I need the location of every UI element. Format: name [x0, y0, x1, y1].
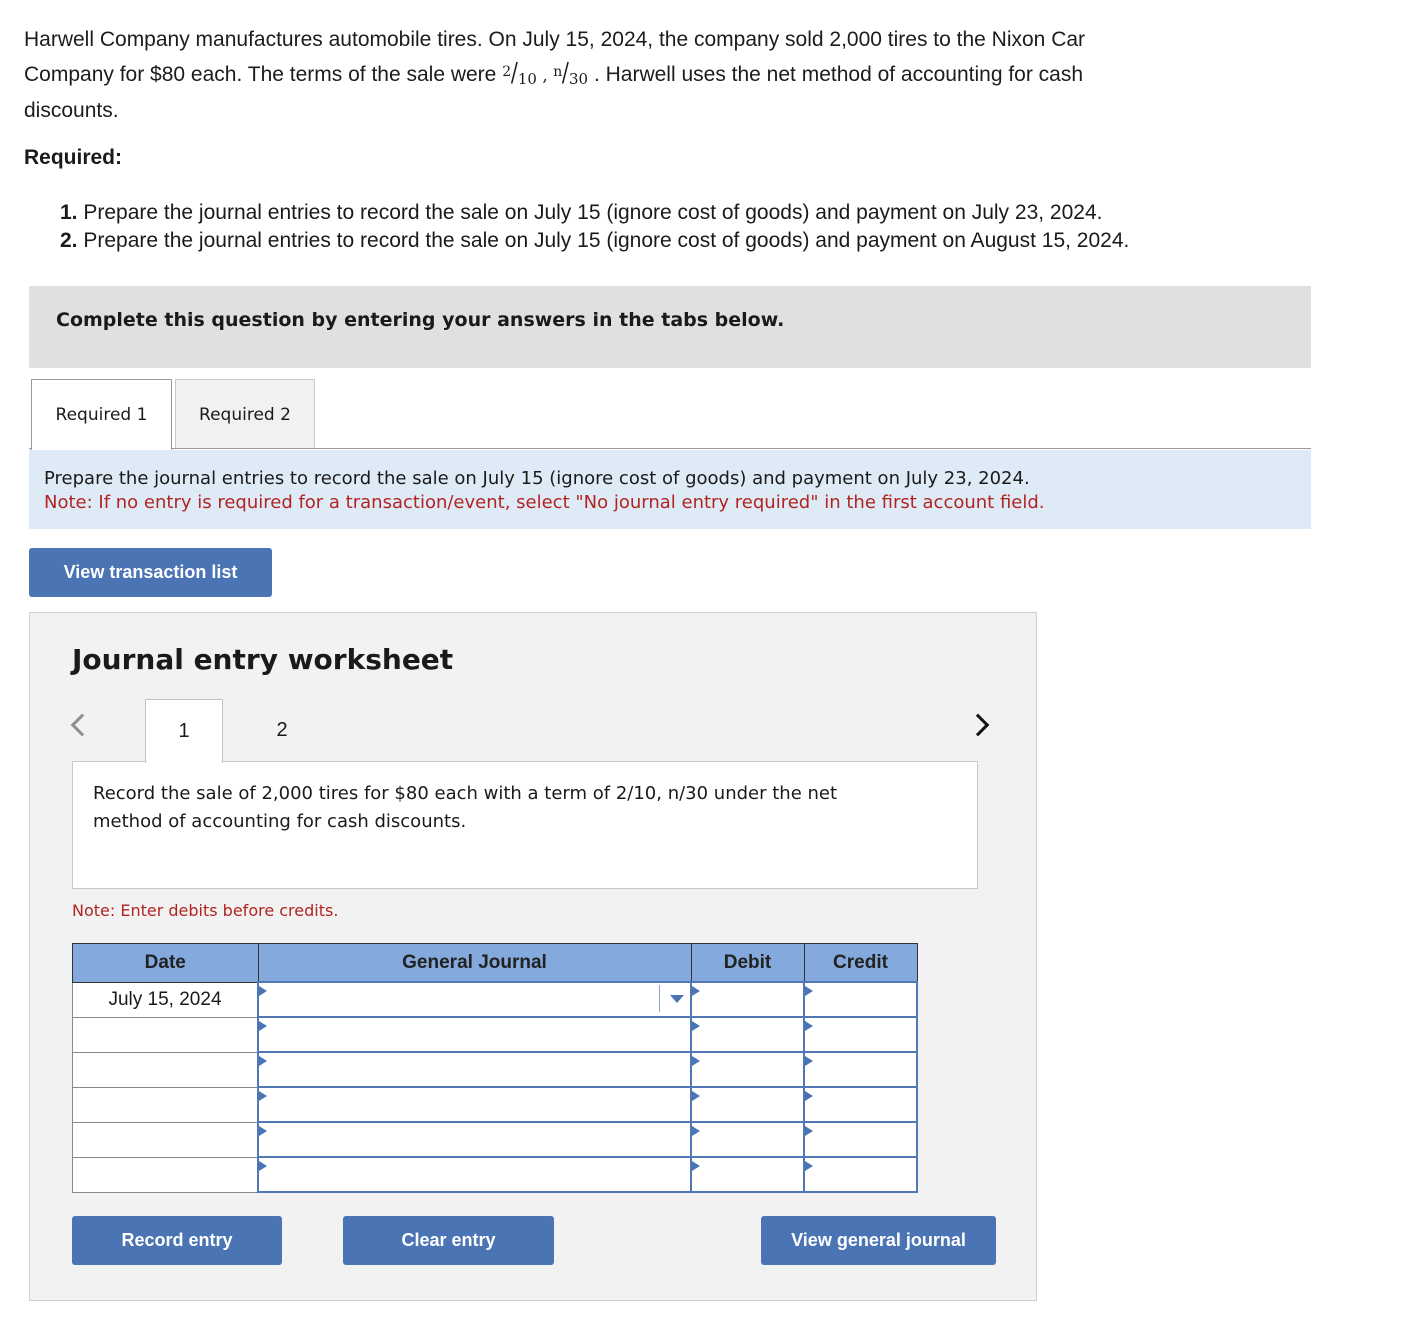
journal-header-row: Date General Journal Debit Credit: [72, 943, 918, 983]
date-cell: [72, 1121, 259, 1158]
date-cell: [72, 1086, 259, 1123]
chevron-right-icon: [966, 713, 990, 737]
required-item-number: 1.: [60, 201, 78, 224]
instruction-note: Note: If no entry is required for a tran…: [44, 492, 1045, 513]
clear-entry-button[interactable]: Clear entry: [343, 1216, 554, 1265]
table-row: [72, 1156, 918, 1193]
discount-numerator: 2: [502, 64, 512, 80]
date-cell: July 15, 2024: [72, 981, 259, 1018]
date-cell: [72, 1016, 259, 1053]
account-select[interactable]: [257, 1156, 692, 1193]
terms-separator: ,: [542, 66, 548, 86]
debit-input[interactable]: [690, 1156, 805, 1193]
problem-line-2-end: . Harwell uses the net method of account…: [593, 63, 1084, 86]
header-debit: Debit: [690, 943, 805, 983]
credit-input[interactable]: [803, 981, 918, 1018]
problem-statement: Harwell Company manufactures automobile …: [24, 24, 1284, 127]
table-row: [72, 1086, 918, 1123]
date-cell: [72, 1156, 259, 1193]
debit-input[interactable]: [690, 1016, 805, 1053]
credit-input[interactable]: [803, 1086, 918, 1123]
instruction-banner: Complete this question by entering your …: [29, 286, 1311, 368]
required-item-text: Prepare the journal entries to record th…: [83, 229, 1130, 252]
header-credit: Credit: [803, 943, 918, 983]
entry-description-text: Record the sale of 2,000 tires for $80 e…: [93, 783, 838, 832]
journal-entry-worksheet: Journal entry worksheet 1 2 Record the s…: [29, 612, 1037, 1301]
record-entry-button[interactable]: Record entry: [72, 1216, 282, 1265]
required-item-text: Prepare the journal entries to record th…: [83, 201, 1103, 224]
required-heading: Required:: [24, 146, 123, 169]
problem-line-3: discounts.: [24, 99, 119, 122]
debit-input[interactable]: [690, 1051, 805, 1088]
banner-text: Complete this question by entering your …: [56, 309, 785, 331]
debits-credits-note: Note: Enter debits before credits.: [72, 901, 339, 920]
discount-denominator: 10: [517, 70, 537, 88]
debit-input[interactable]: [690, 1086, 805, 1123]
entry-description: Record the sale of 2,000 tires for $80 e…: [72, 761, 978, 889]
chevron-left-icon: [70, 713, 94, 737]
view-general-journal-button[interactable]: View general journal: [761, 1216, 996, 1265]
date-cell: [72, 1051, 259, 1088]
credit-input[interactable]: [803, 1121, 918, 1158]
account-select[interactable]: [257, 1121, 692, 1158]
net-numerator: n: [553, 64, 563, 80]
problem-line-2: Company for $80 each. The terms of the s…: [24, 63, 497, 86]
next-entry-button[interactable]: [966, 706, 990, 741]
required-item-number: 2.: [60, 229, 78, 252]
problem-line-1: Harwell Company manufactures automobile …: [24, 28, 1086, 51]
credit-input[interactable]: [803, 1016, 918, 1053]
credit-input[interactable]: [803, 1156, 918, 1193]
table-row: July 15, 2024: [72, 981, 918, 1018]
account-select[interactable]: [257, 1051, 692, 1088]
table-row: [72, 1051, 918, 1088]
header-general-journal: General Journal: [257, 943, 692, 983]
previous-entry-button[interactable]: [70, 706, 94, 741]
header-date: Date: [72, 943, 259, 983]
debit-input[interactable]: [690, 981, 805, 1018]
entry-tab-1[interactable]: 1: [145, 699, 223, 763]
account-select[interactable]: [257, 981, 692, 1018]
account-select[interactable]: [257, 1086, 692, 1123]
entry-tab-2[interactable]: 2: [243, 699, 321, 762]
table-row: [72, 1016, 918, 1053]
tabs-divider: [29, 448, 1311, 449]
tab-instructions: Prepare the journal entries to record th…: [29, 450, 1311, 529]
required-item: 2. Prepare the journal entries to record…: [60, 227, 1129, 255]
required-item: 1. Prepare the journal entries to record…: [60, 199, 1129, 227]
table-row: [72, 1121, 918, 1158]
credit-input[interactable]: [803, 1051, 918, 1088]
dropdown-separator: [659, 985, 660, 1012]
worksheet-title: Journal entry worksheet: [72, 643, 454, 676]
account-select[interactable]: [257, 1016, 692, 1053]
net-denominator: 30: [569, 70, 589, 88]
dropdown-arrow-icon[interactable]: [670, 995, 684, 1003]
view-transaction-list-button[interactable]: View transaction list: [29, 548, 272, 597]
terms-fraction: 2/10 , n/30: [502, 58, 589, 88]
tab-required-2[interactable]: Required 2: [175, 379, 315, 449]
tab-required-1[interactable]: Required 1: [31, 379, 172, 450]
journal-table: Date General Journal Debit Credit July 1…: [72, 943, 918, 1193]
required-list: 1. Prepare the journal entries to record…: [60, 199, 1129, 255]
debit-input[interactable]: [690, 1121, 805, 1158]
instruction-text: Prepare the journal entries to record th…: [44, 468, 1030, 489]
